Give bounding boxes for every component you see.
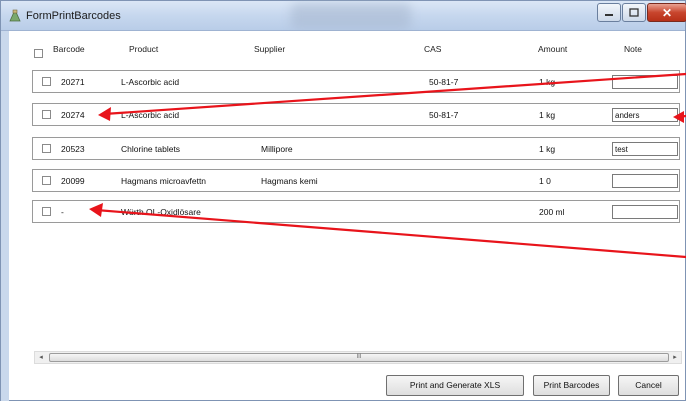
row-checkbox[interactable] <box>42 77 51 86</box>
barcode-cell: 20271 <box>61 77 85 87</box>
product-cell: L-Ascorbic acid <box>121 77 180 87</box>
row-checkbox[interactable] <box>42 110 51 119</box>
scroll-left-icon[interactable]: ◂ <box>35 352 47 363</box>
note-input[interactable]: anders <box>612 108 678 122</box>
maximize-icon <box>629 8 639 17</box>
product-cell: Hagmans microavfettn <box>121 176 207 186</box>
select-all-checkbox[interactable] <box>34 49 43 58</box>
minimize-button[interactable] <box>597 3 621 22</box>
scroll-right-icon[interactable]: ▸ <box>669 352 681 363</box>
product-cell: Chlorine tablets <box>121 144 181 154</box>
header-product: Product <box>129 44 159 54</box>
table-row[interactable]: 20271 L-Ascorbic acid 50-81-7 1 kg <box>32 70 680 93</box>
barcode-cell: 20523 <box>61 144 85 154</box>
amount-cell: 1 kg <box>539 110 556 120</box>
barcode-cell: - <box>61 207 64 217</box>
amount-cell: 1 kg <box>539 77 556 87</box>
close-button[interactable]: ✕ <box>647 3 686 22</box>
table-row[interactable]: - Würth OL-Oxidlösare 200 ml <box>32 200 680 223</box>
table-row[interactable]: 20099 Hagmans microavfettn Hagmans kemi … <box>32 169 680 192</box>
row-checkbox[interactable] <box>42 207 51 216</box>
print-barcodes-button[interactable]: Print Barcodes <box>533 375 610 396</box>
amount-cell: 200 ml <box>539 207 565 217</box>
header-note: Note <box>624 44 642 54</box>
print-and-generate-xls-button[interactable]: Print and Generate XLS <box>386 375 524 396</box>
cancel-button[interactable]: Cancel <box>618 375 679 396</box>
table-row[interactable]: 20523 Chlorine tablets Millipore 1 kg te… <box>32 137 680 160</box>
window-frame-left <box>1 31 9 401</box>
header-barcode: Barcode <box>53 44 85 54</box>
cas-cell: 50-81-7 <box>429 77 459 87</box>
note-input[interactable] <box>612 174 678 188</box>
row-checkbox[interactable] <box>42 176 51 185</box>
scroll-grip-icon: III <box>356 354 362 360</box>
barcode-cell: 20274 <box>61 110 85 120</box>
window-title: FormPrintBarcodes <box>26 10 121 22</box>
product-cell: L-Ascorbic acid <box>121 110 180 120</box>
close-icon: ✕ <box>661 5 673 20</box>
maximize-button[interactable] <box>622 3 646 22</box>
row-checkbox[interactable] <box>42 144 51 153</box>
note-input[interactable]: test <box>612 142 678 156</box>
app-icon <box>9 9 21 22</box>
title-bar[interactable]: FormPrintBarcodes ✕ <box>1 1 686 31</box>
supplier-cell: Hagmans kemi <box>261 176 318 186</box>
minimize-icon <box>605 13 613 16</box>
blurred-title-region <box>291 3 411 29</box>
header-cas: CAS <box>424 44 442 54</box>
note-input[interactable] <box>612 205 678 219</box>
amount-cell: 1 kg <box>539 144 556 154</box>
scroll-thumb[interactable]: III <box>49 353 669 362</box>
cas-cell: 50-81-7 <box>429 110 459 120</box>
horizontal-scrollbar[interactable]: ◂ III ▸ <box>34 351 682 364</box>
amount-cell: 1 0 <box>539 176 551 186</box>
table-row[interactable]: 20274 L-Ascorbic acid 50-81-7 1 kg ander… <box>32 103 680 126</box>
product-cell: Würth OL-Oxidlösare <box>121 207 201 217</box>
note-input[interactable] <box>612 75 678 89</box>
form-print-barcodes-window: FormPrintBarcodes ✕ Barcode Product Supp… <box>0 0 686 401</box>
header-amount: Amount <box>538 44 568 54</box>
supplier-cell: Millipore <box>261 144 293 154</box>
barcode-cell: 20099 <box>61 176 85 186</box>
header-supplier: Supplier <box>254 44 286 54</box>
